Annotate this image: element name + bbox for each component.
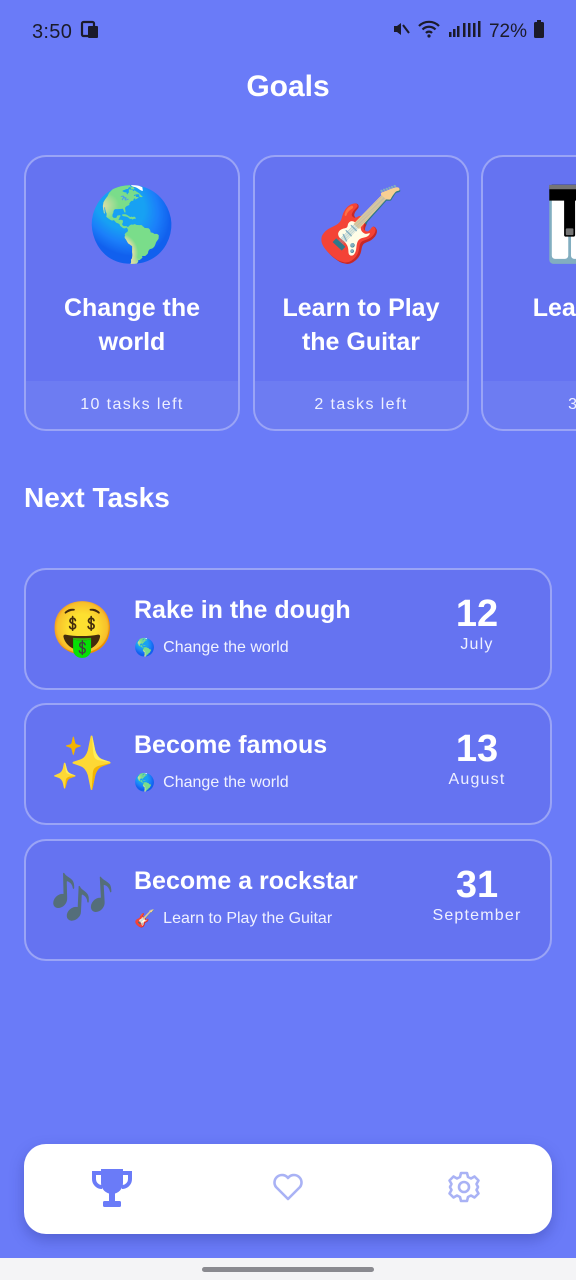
bottom-nav bbox=[24, 1144, 552, 1234]
task-month: September bbox=[432, 907, 522, 924]
musical-notes-icon: 🎶 bbox=[50, 871, 115, 929]
home-indicator[interactable] bbox=[202, 1267, 374, 1272]
guitar-icon: 🎸 bbox=[134, 909, 156, 928]
task-title: Rake in the dough bbox=[134, 596, 351, 624]
task-goal: 🌎 Change the world bbox=[134, 638, 289, 658]
battery-percent: 72% bbox=[488, 21, 527, 42]
goal-card[interactable]: 🎹 Learn the 3 tas bbox=[481, 155, 576, 431]
globe-icon: 🌎 bbox=[134, 773, 156, 792]
sparkles-icon: ✨ bbox=[50, 735, 115, 793]
task-goal-label: Change the world bbox=[163, 774, 289, 791]
task-goal: 🎸 Learn to Play the Guitar bbox=[134, 909, 332, 929]
task-card[interactable]: 🤑 Rake in the dough 🌎 Change the world 1… bbox=[24, 568, 552, 690]
guitar-icon: 🎸 bbox=[316, 185, 406, 265]
task-date: 31 September bbox=[422, 863, 532, 925]
heart-icon bbox=[271, 1170, 305, 1209]
trophy-icon bbox=[88, 1163, 136, 1216]
goal-title: Learn the bbox=[532, 294, 576, 322]
task-goal-label: Change the world bbox=[163, 639, 289, 656]
money-mouth-face-icon: 🤑 bbox=[50, 600, 115, 658]
screen-record-icon bbox=[80, 20, 100, 45]
task-month: July bbox=[460, 636, 494, 653]
task-title: Become a rockstar bbox=[134, 867, 358, 895]
globe-icon: 🌎 bbox=[87, 185, 177, 265]
nav-goals-button[interactable] bbox=[24, 1144, 200, 1234]
wifi-icon bbox=[417, 20, 441, 44]
task-day: 12 bbox=[455, 593, 499, 635]
task-day: 31 bbox=[455, 864, 499, 906]
task-goal: 🌎 Change the world bbox=[134, 773, 289, 793]
goal-card[interactable]: 🌎 Change the world 10 tasks left bbox=[24, 155, 240, 431]
status-time: 3:50 bbox=[32, 20, 73, 43]
nav-settings-button[interactable] bbox=[376, 1144, 552, 1234]
goal-tasks-left: 3 tas bbox=[483, 381, 576, 429]
goal-card[interactable]: 🎸 Learn to Play the Guitar 2 tasks left bbox=[253, 155, 469, 431]
task-day: 13 bbox=[455, 728, 499, 770]
task-card[interactable]: 🎶 Become a rockstar 🎸 Learn to Play the … bbox=[24, 839, 552, 961]
goals-carousel[interactable]: 🌎 Change the world 10 tasks left 🎸 Learn… bbox=[24, 155, 576, 431]
piano-icon: 🎹 bbox=[483, 183, 576, 267]
task-month: August bbox=[448, 771, 506, 788]
task-title: Become famous bbox=[134, 731, 328, 759]
task-card[interactable]: ✨ Become famous 🌎 Change the world 13 Au… bbox=[24, 703, 552, 825]
goal-title: Change the world bbox=[63, 294, 201, 356]
section-title-next-tasks: Next Tasks bbox=[24, 482, 170, 513]
goal-tasks-left: 2 tasks left bbox=[255, 381, 467, 429]
mute-icon bbox=[392, 20, 410, 44]
goal-tasks-left: 10 tasks left bbox=[26, 381, 238, 429]
gear-icon bbox=[447, 1170, 481, 1209]
task-date: 12 July bbox=[422, 592, 532, 654]
task-date: 13 August bbox=[422, 727, 532, 789]
battery-icon bbox=[534, 20, 544, 44]
task-goal-label: Learn to Play the Guitar bbox=[163, 910, 333, 927]
goal-title: Learn to Play the Guitar bbox=[282, 294, 440, 356]
globe-icon: 🌎 bbox=[134, 638, 156, 657]
page-title: Goals bbox=[246, 70, 330, 103]
status-bar: 3:50 72% bbox=[0, 0, 576, 64]
nav-favorites-button[interactable] bbox=[200, 1144, 376, 1234]
signal-icon bbox=[448, 20, 482, 44]
